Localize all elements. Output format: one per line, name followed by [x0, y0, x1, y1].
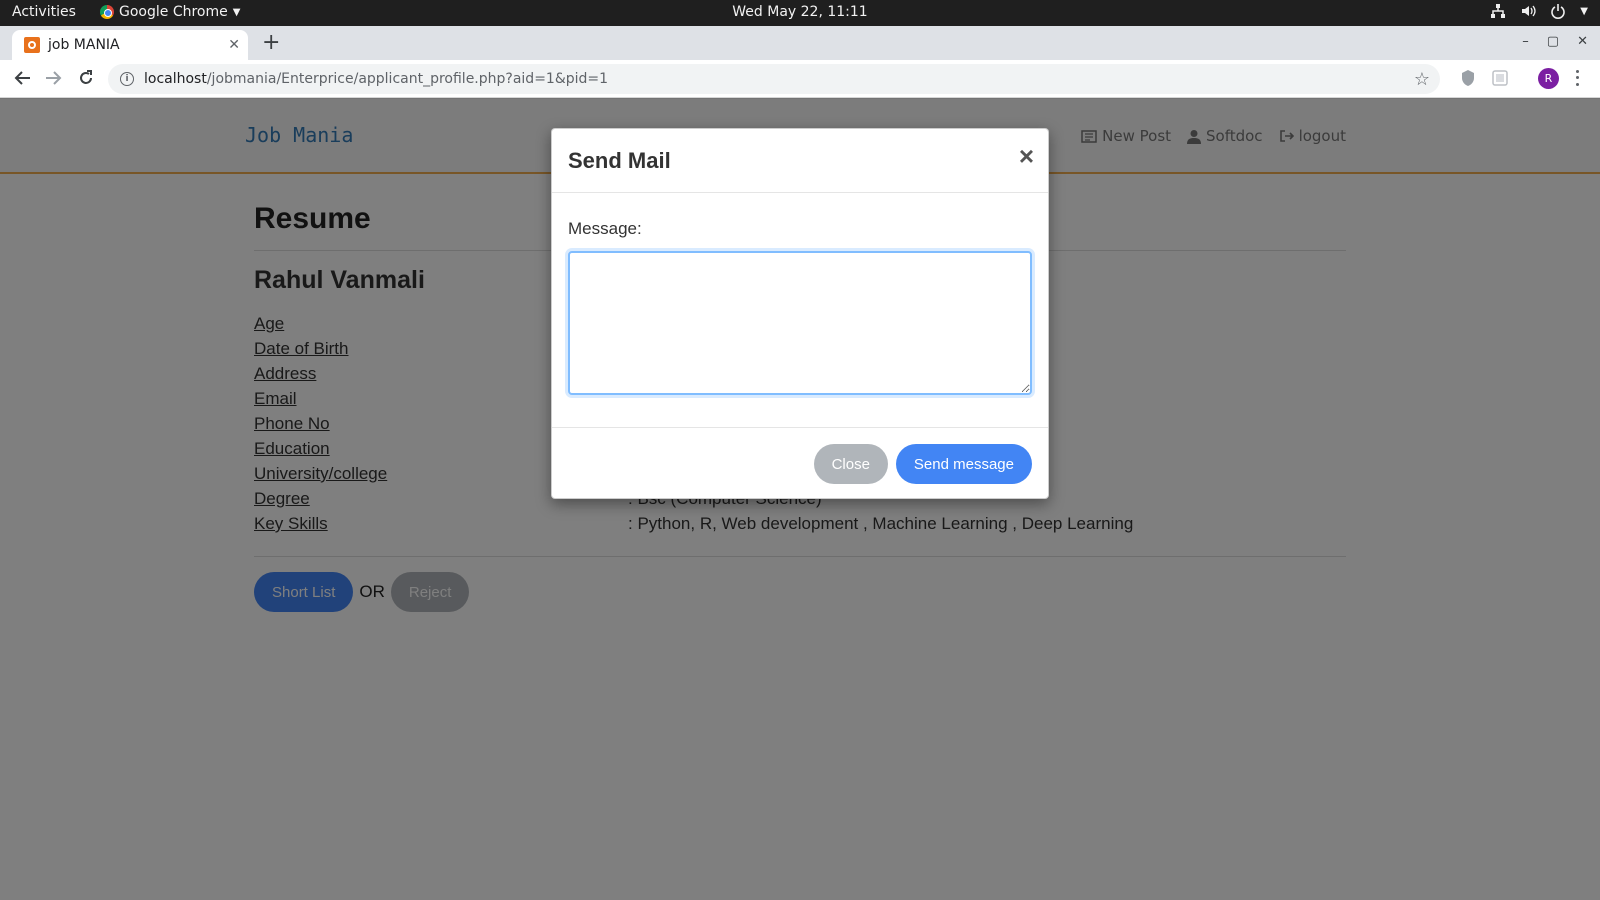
new-tab-button[interactable]: + — [262, 32, 280, 54]
modal-footer: Close Send message — [552, 427, 1048, 499]
modal-header: Send Mail × — [552, 129, 1048, 193]
volume-icon — [1520, 3, 1536, 19]
shield-extension-icon[interactable] — [1460, 69, 1476, 91]
address-bar[interactable]: i localhost/jobmania/Enterprice/applican… — [108, 64, 1440, 94]
url-host: localhost — [144, 71, 207, 87]
chrome-icon — [100, 5, 114, 19]
info-icon[interactable]: i — [120, 72, 134, 86]
tab-close-icon[interactable]: ✕ — [228, 37, 240, 53]
forward-button[interactable] — [42, 67, 64, 89]
activities-button[interactable]: Activities — [12, 4, 76, 20]
arrow-right-icon — [46, 71, 62, 85]
favicon-icon — [24, 37, 40, 53]
send-mail-modal: Send Mail × Message: Close Send message — [551, 128, 1049, 499]
send-message-button[interactable]: Send message — [895, 444, 1032, 484]
reload-icon — [80, 70, 92, 84]
chevron-down-icon: ▼ — [1580, 5, 1588, 17]
close-window-icon[interactable]: ✕ — [1577, 34, 1588, 49]
chevron-down-icon: ▼ — [232, 6, 241, 18]
window-controls: – ▢ ✕ — [1522, 34, 1588, 49]
minimize-icon[interactable]: – — [1522, 34, 1529, 49]
app-menu[interactable]: Google Chrome ▼ — [100, 4, 240, 20]
system-top-bar: Activities Google Chrome ▼ Wed May 22, 1… — [0, 0, 1600, 26]
bookmark-star-icon[interactable]: ☆ — [1414, 69, 1430, 90]
close-icon[interactable]: × — [1019, 143, 1034, 169]
menu-kebab-icon[interactable] — [1574, 68, 1580, 88]
tab-strip: job MANIA ✕ + – ▢ ✕ — [0, 26, 1600, 60]
profile-avatar[interactable]: R — [1538, 68, 1559, 89]
system-tray[interactable]: ▼ — [1490, 3, 1588, 19]
browser-toolbar: i localhost/jobmania/Enterprice/applican… — [0, 60, 1600, 98]
back-button[interactable] — [12, 67, 34, 89]
modal-title: Send Mail — [568, 148, 671, 173]
maximize-icon[interactable]: ▢ — [1547, 34, 1559, 49]
power-icon — [1550, 3, 1566, 19]
browser-tab[interactable]: job MANIA ✕ — [12, 30, 248, 60]
message-label: Message: — [568, 219, 642, 238]
arrow-left-icon — [14, 71, 30, 85]
message-textarea[interactable] — [568, 251, 1032, 395]
close-button[interactable]: Close — [813, 444, 888, 484]
app-menu-label: Google Chrome — [119, 4, 228, 20]
network-icon — [1490, 3, 1506, 19]
extension-icon[interactable] — [1491, 69, 1509, 91]
tab-title: job MANIA — [48, 37, 120, 53]
url-path: /jobmania/Enterprice/applicant_profile.p… — [206, 71, 609, 87]
reload-button[interactable] — [75, 67, 97, 89]
